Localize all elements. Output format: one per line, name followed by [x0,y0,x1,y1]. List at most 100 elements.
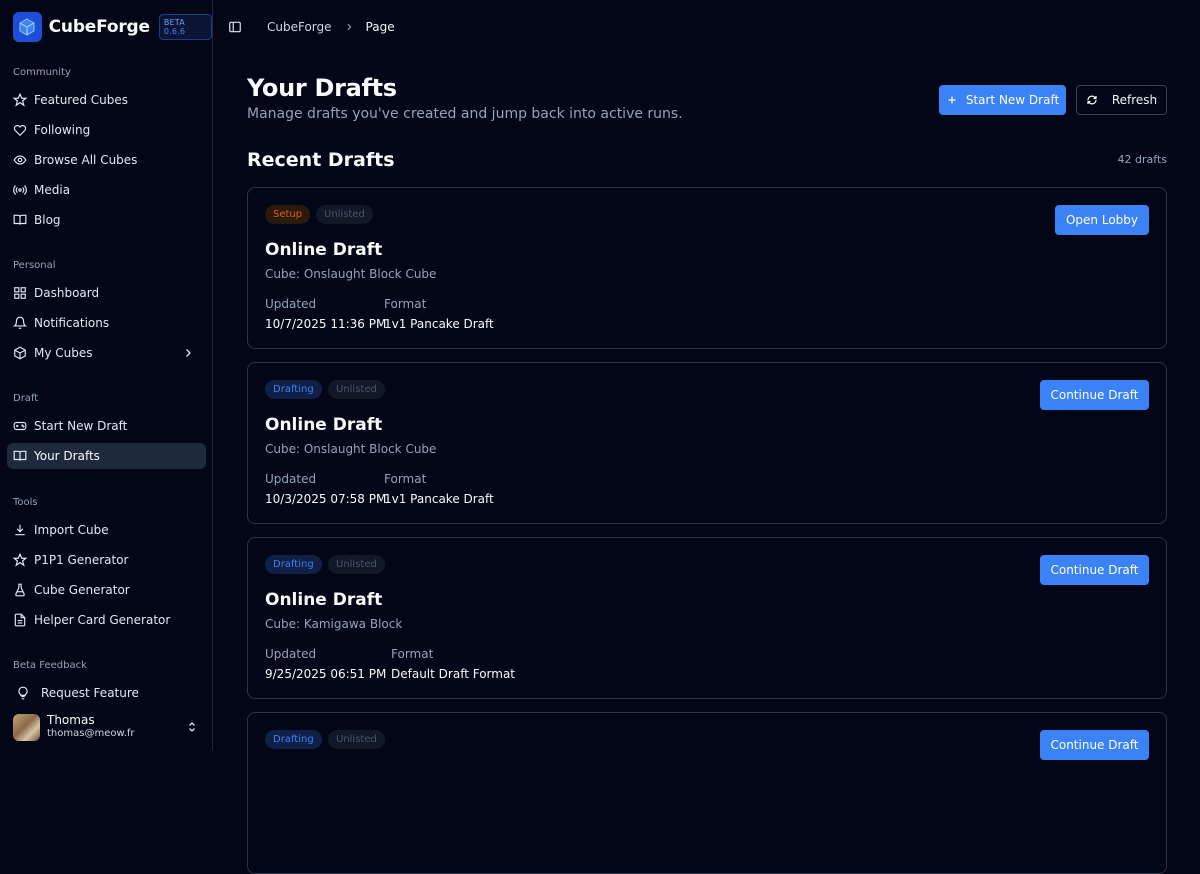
user-menu[interactable]: Thomas thomas@meow.fr [0,704,212,750]
sidebar-item-featured-cubes[interactable]: Featured Cubes [7,87,206,113]
updated-label: Updated [265,472,317,486]
eye-icon [13,155,27,165]
format-label: Format [391,647,434,661]
visibility-badge: Unlisted [328,380,385,399]
sidebar-item-media[interactable]: Media [7,177,206,203]
draft-card: Setup Unlisted Online Draft Cube: Onslau… [247,187,1167,349]
updated-label: Updated [265,647,317,661]
draft-cube: Cube: Onslaught Block Cube [265,442,437,456]
sidebar-toggle-icon[interactable] [228,20,242,34]
status-badge: Drafting [265,555,322,574]
format-value: 1v1 Pancake Draft [384,317,494,331]
group-label-community: Community [13,67,71,78]
draft-title: Online Draft [265,415,383,435]
sidebar-item-label: Browse All Cubes [34,153,138,167]
plus-icon [948,96,956,104]
updated-value: 10/7/2025 11:36 PM [265,317,387,331]
heart-icon [13,125,27,137]
sidebar-item-label: Helper Card Generator [34,613,171,627]
updated-value: 9/25/2025 06:51 PM [265,667,387,681]
draft-cube: Cube: Kamigawa Block [265,617,403,631]
flask-icon [15,583,25,597]
sidebar-item-label: Blog [34,213,61,227]
updated-value: 10/3/2025 07:58 PM [265,492,387,506]
start-new-draft-button[interactable]: Start New Draft [939,85,1066,115]
refresh-button[interactable]: Refresh [1076,85,1167,115]
sidebar-item-label: My Cubes [34,346,93,360]
sidebar-item-dashboard[interactable]: Dashboard [7,280,206,306]
drafts-count: 42 drafts [1117,153,1167,166]
sidebar-item-import-cube[interactable]: Import Cube [7,517,206,543]
sidebar-item-p1p1-generator[interactable]: P1P1 Generator [7,547,206,573]
sidebar-item-your-drafts[interactable]: Your Drafts [7,443,206,469]
brand-name: CubeForge [48,17,150,37]
book-open-icon [13,214,27,225]
user-email: thomas@meow.fr [47,728,135,739]
draft-card: Drafting Unlisted Continue Draft [247,712,1167,874]
page-title: Your Drafts [247,74,397,102]
sidebar-item-browse-all-cubes[interactable]: Browse All Cubes [7,147,206,173]
sidebar-item-label: Notifications [34,316,110,330]
sidebar: CubeForge BETA 0.6.6 Community Featured … [0,0,213,750]
sidebar-item-helper-card-generator[interactable]: Helper Card Generator [7,607,206,633]
sidebar-item-request-feature[interactable]: Request Feature [7,680,206,706]
sidebar-item-notifications[interactable]: Notifications [7,310,206,336]
group-label-beta-feedback: Beta Feedback [13,660,87,671]
star-icon [13,93,27,107]
beta-version: 0.6.6 [163,27,186,36]
sidebar-item-label: Your Drafts [34,449,100,463]
page-subtitle: Manage drafts you've created and jump ba… [247,106,683,122]
sidebar-item-label: Dashboard [34,286,100,300]
status-badge: Drafting [265,730,322,749]
open-lobby-label: Open Lobby [1065,213,1139,227]
beta-badge: BETA 0.6.6 [158,14,212,40]
chevrons-up-down-icon[interactable] [186,720,198,734]
draft-card: Drafting Unlisted Online Draft Cube: Kam… [247,537,1167,699]
gamepad-icon [13,421,27,431]
chevron-right-icon [346,23,351,31]
visibility-badge: Unlisted [316,205,373,224]
sidebar-item-label: Featured Cubes [34,93,129,107]
continue-draft-label: Continue Draft [1050,563,1139,577]
continue-draft-label: Continue Draft [1050,388,1139,402]
book-open-icon [13,450,27,461]
broadcast-icon [13,185,27,195]
sidebar-item-label: Media [34,183,71,197]
breadcrumb-root[interactable]: CubeForge [267,20,332,34]
draft-title: Online Draft [265,240,383,260]
sidebar-item-cube-generator[interactable]: Cube Generator [7,577,206,603]
format-label: Format [384,472,427,486]
status-badge: Drafting [265,380,322,399]
brand[interactable]: CubeForge BETA 0.6.6 [13,11,212,43]
open-lobby-button[interactable]: Open Lobby [1055,205,1149,235]
sidebar-item-label: P1P1 Generator [34,553,129,567]
draft-card: Drafting Unlisted Online Draft Cube: Ons… [247,362,1167,524]
draft-title: Online Draft [265,590,383,610]
sidebar-item-start-new-draft[interactable]: Start New Draft [7,413,206,439]
file-text-icon [14,613,26,627]
breadcrumb: CubeForge Page [267,20,395,34]
dashboard-icon [14,287,26,299]
bell-icon [13,316,27,329]
continue-draft-button[interactable]: Continue Draft [1040,380,1149,410]
updated-label: Updated [265,297,317,311]
cube-icon [14,346,26,360]
sidebar-item-blog[interactable]: Blog [7,207,206,233]
sidebar-item-my-cubes[interactable]: My Cubes [7,340,206,366]
status-badge: Setup [265,205,311,224]
continue-draft-button[interactable]: Continue Draft [1040,555,1149,585]
group-label-personal: Personal [13,260,56,271]
draft-cube: Cube: Onslaught Block Cube [265,267,437,281]
visibility-badge: Unlisted [328,555,385,574]
chevron-right-icon[interactable] [182,347,194,359]
group-label-draft: Draft [13,393,39,404]
group-label-tools: Tools [13,497,38,508]
section-title: Recent Drafts [247,149,395,171]
sidebar-item-following[interactable]: Following [7,117,206,143]
visibility-badge: Unlisted [328,730,385,749]
continue-draft-button[interactable]: Continue Draft [1040,730,1149,760]
format-label: Format [384,297,427,311]
sidebar-item-label: Cube Generator [34,583,130,597]
cube-logo-icon [13,12,42,42]
avatar [13,713,40,741]
